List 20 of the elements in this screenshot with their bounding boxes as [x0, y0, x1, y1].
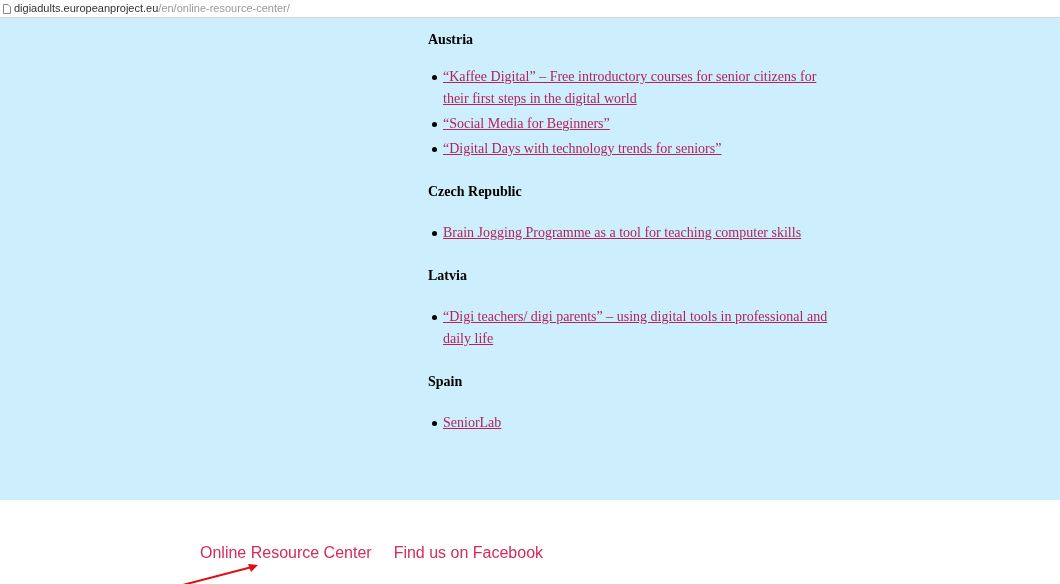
resource-link[interactable]: “Digital Days with technology trends for seniors” — [443, 138, 722, 160]
section-heading: Austria — [428, 31, 475, 49]
resource-link[interactable]: “Social Media for Beginners” — [443, 113, 610, 135]
footer-link[interactable]: Find us on Facebook — [393, 543, 544, 563]
bullet-icon — [432, 421, 437, 426]
resource-link[interactable]: “Digi teachers/ digi parents” – using digital tools in professional and daily life — [443, 306, 838, 350]
page-icon — [3, 3, 11, 14]
bullet-icon — [432, 231, 437, 236]
bullet-icon — [432, 315, 437, 320]
resource-link[interactable]: SeniorLab — [443, 412, 502, 434]
section-heading: Spain — [428, 373, 464, 391]
section-heading: Latvia — [428, 267, 468, 285]
bullet-icon — [432, 147, 437, 152]
section-heading: Czech Republic — [428, 183, 523, 201]
resource-link[interactable]: Brain Jogging Programme as a tool for teaching computer skills — [443, 222, 802, 244]
bullet-icon — [432, 75, 437, 80]
resource-link[interactable]: “Kaffee Digital” – Free introductory courses for senior citizens for their first steps in the digital world — [443, 66, 838, 110]
address-text[interactable]: digiadults.europeanproject.eu/en/online-resource-center/ — [14, 3, 290, 14]
footer-link[interactable]: Online Resource Center — [200, 543, 372, 563]
bullet-icon — [432, 122, 437, 127]
